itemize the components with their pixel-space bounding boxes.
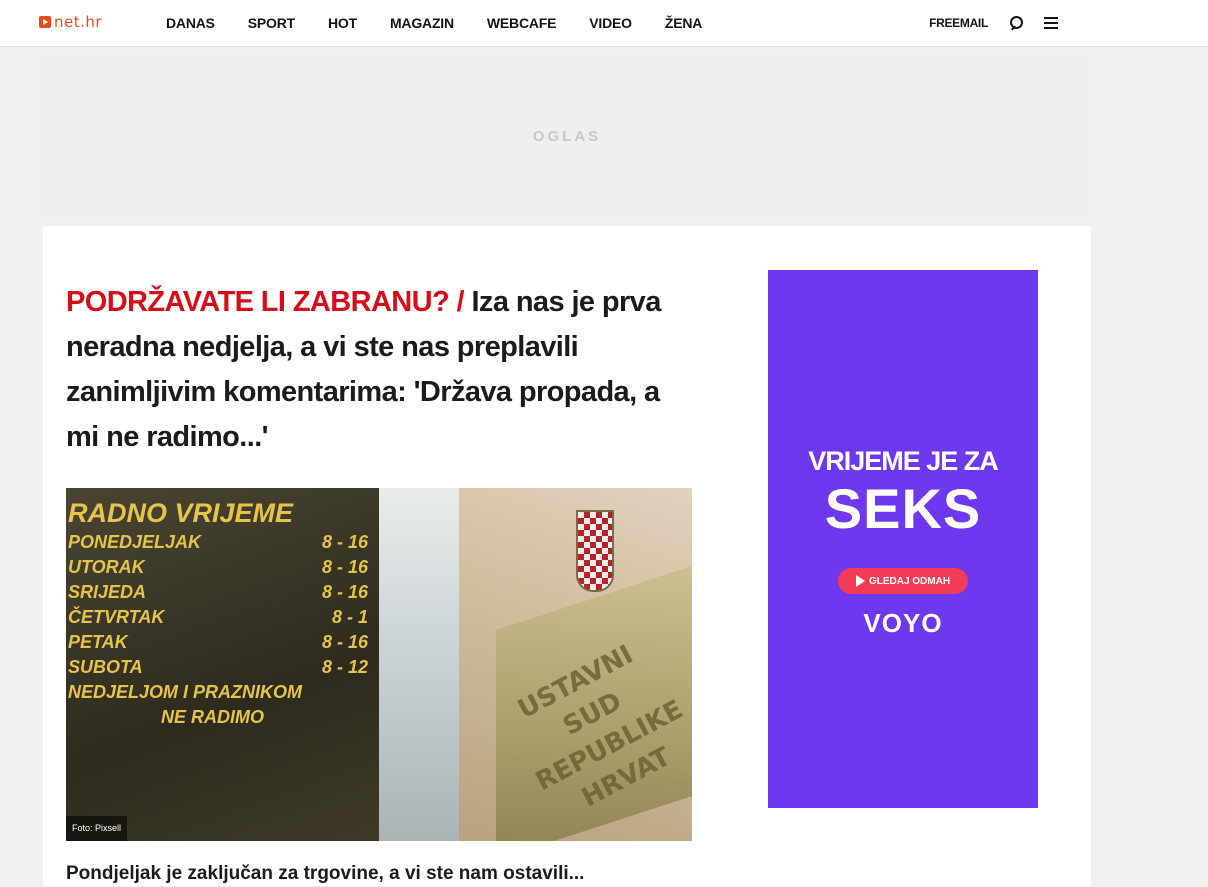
article-kicker: PODRŽAVATE LI ZABRANU? / (66, 286, 465, 318)
watch-now-button[interactable]: GLEDAJ ODMAH (838, 568, 968, 594)
nav-right-tools: FREEMAIL (929, 0, 1058, 46)
nav-item-zena[interactable]: ŽENA (665, 15, 703, 31)
opening-hours-sign: RADNO VRIJEME PONEDJELJAK 8 - 16 UTORAK 8 … (68, 498, 368, 727)
article-lead: Pondjeljak je zaključan za trgovine, a v… (66, 863, 585, 884)
hours-row: SUBOTA 8 - 12 (68, 657, 368, 677)
search-icon[interactable] (1010, 16, 1024, 30)
side-ad-headline: VRIJEME JE ZA (808, 446, 999, 476)
article-photo[interactable]: USTAVNI SUD REPUBLIKE HRVAT RADNO VRIJEM… (66, 488, 692, 841)
logo-play-icon (39, 16, 51, 28)
nav-item-webcafe[interactable]: WEBCAFE (487, 15, 557, 31)
nav-item-danas[interactable]: DANAS (166, 15, 215, 31)
ad-banner[interactable]: OGLAS (41, 53, 1093, 219)
logo-text: net.hr (54, 13, 103, 31)
ad-label: OGLAS (532, 127, 602, 145)
article-headline[interactable]: PODRŽAVATE LI ZABRANU? / Iza nas je prva… (66, 280, 686, 460)
side-ad-big-word: SEKS (824, 477, 982, 540)
main-nav: DANAS SPORT HOT MAGAZIN WEBCAFE VIDEO ŽE… (166, 0, 735, 46)
freemail-link[interactable]: FREEMAIL (929, 16, 988, 30)
hamburger-menu-icon[interactable] (1044, 17, 1058, 29)
play-icon (855, 575, 865, 587)
nav-item-video[interactable]: VIDEO (589, 15, 632, 31)
voyo-logo: VOYO (863, 608, 943, 638)
coat-of-arms-icon (576, 510, 614, 592)
top-navbar: net.hr DANAS SPORT HOT MAGAZIN WEBCAFE V… (0, 0, 1208, 47)
nav-item-sport[interactable]: SPORT (248, 15, 295, 31)
site-logo[interactable]: net.hr (39, 13, 102, 31)
hours-row: UTORAK 8 - 16 (68, 557, 368, 577)
hours-row: ČETVRTAK 8 - 1 (68, 607, 368, 627)
nav-item-magazin[interactable]: MAGAZIN (390, 15, 454, 31)
hours-row: SRIJEDA 8 - 16 (68, 582, 368, 602)
nav-item-hot[interactable]: HOT (328, 15, 357, 31)
hours-row: PONEDJELJAK 8 - 16 (68, 532, 368, 552)
hours-row: PETAK 8 - 16 (68, 632, 368, 652)
photo-credit: Foto: Pixsell (66, 816, 128, 841)
side-ad-voyo[interactable]: VRIJEME JE ZA SEKS GLEDAJ ODMAH VOYO (768, 270, 1038, 808)
